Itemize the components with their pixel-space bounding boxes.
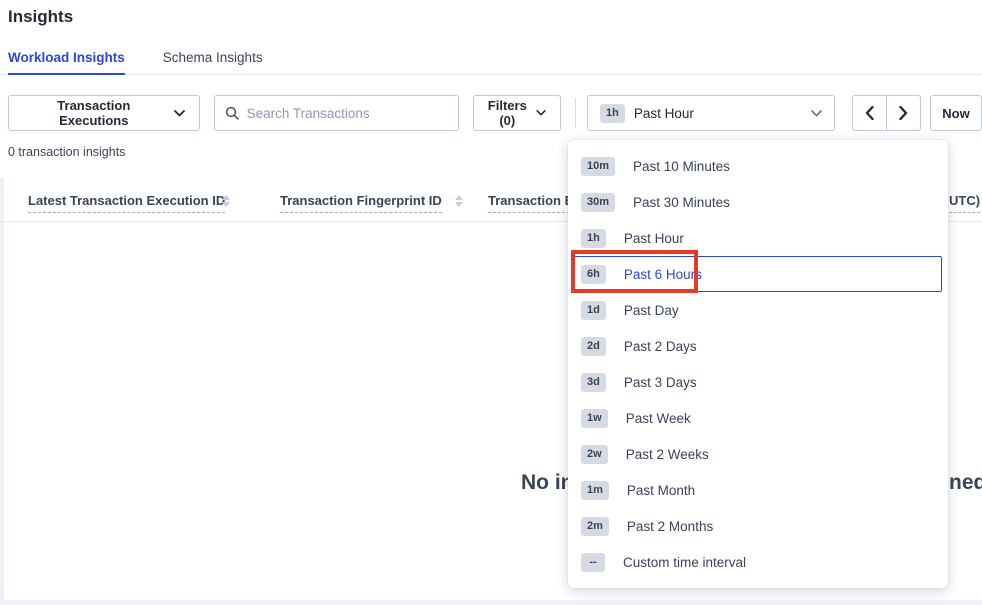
time-interval-option-label: Past 2 Days bbox=[624, 339, 697, 354]
empty-state-text-fragment-left: No in bbox=[521, 471, 574, 495]
time-interval-option-badge: 10m bbox=[581, 157, 615, 176]
toolbar: Transaction Executions Filters (0) 1h Pa… bbox=[8, 95, 982, 131]
chevron-down-icon bbox=[811, 110, 822, 117]
search-transactions-box bbox=[214, 95, 459, 131]
column-header-latest-transaction-execution-id[interactable]: Latest Transaction Execution ID bbox=[28, 193, 225, 213]
tab-workload-insights[interactable]: Workload Insights bbox=[8, 44, 125, 75]
search-input[interactable] bbox=[247, 106, 448, 121]
time-range-pager bbox=[852, 95, 921, 131]
toolbar-divider bbox=[575, 98, 576, 128]
time-next-button[interactable] bbox=[886, 95, 921, 131]
time-interval-option-label: Past Day bbox=[624, 303, 679, 318]
time-interval-option-label: Past 6 Hours bbox=[624, 267, 702, 282]
chevron-down-icon bbox=[174, 110, 185, 117]
time-interval-option-badge: 1m bbox=[581, 481, 609, 500]
time-interval-option-label: Past Week bbox=[626, 411, 691, 426]
time-interval-option-label: Past 2 Weeks bbox=[626, 447, 709, 462]
sort-icon[interactable] bbox=[222, 195, 230, 207]
time-interval-option-1w[interactable]: 1w Past Week bbox=[574, 400, 942, 436]
time-interval-option-1m[interactable]: 1m Past Month bbox=[574, 472, 942, 508]
time-interval-option-badge: 1h bbox=[581, 229, 606, 248]
chevron-left-icon bbox=[865, 106, 874, 120]
search-icon bbox=[225, 106, 239, 120]
time-interval-option-badge: 1w bbox=[581, 409, 608, 428]
time-interval-option-label: Past 2 Months bbox=[627, 519, 713, 534]
time-interval-option-label: Past Month bbox=[627, 483, 695, 498]
filters-button[interactable]: Filters (0) bbox=[473, 95, 561, 131]
chevron-down-icon bbox=[536, 110, 546, 116]
time-interval-option-label: Past 3 Days bbox=[624, 375, 697, 390]
time-interval-option-badge: 2m bbox=[581, 517, 609, 536]
time-interval-option-1d[interactable]: 1d Past Day bbox=[574, 292, 942, 328]
time-interval-dropdown-menu: 10m Past 10 Minutes 30m Past 30 Minutes … bbox=[568, 140, 948, 588]
column-header-transaction-fingerprint-id[interactable]: Transaction Fingerprint ID bbox=[280, 193, 442, 213]
time-interval-option-custom[interactable]: -- Custom time interval bbox=[574, 544, 942, 580]
time-picker-dropdown[interactable]: 1h Past Hour bbox=[587, 95, 835, 131]
time-interval-option-label: Past 10 Minutes bbox=[633, 159, 730, 174]
time-interval-option-badge: 2w bbox=[581, 445, 608, 464]
page-title: Insights bbox=[8, 7, 73, 27]
time-interval-option-label: Custom time interval bbox=[623, 555, 746, 570]
time-interval-option-3d[interactable]: 3d Past 3 Days bbox=[574, 364, 942, 400]
time-interval-option-badge: 30m bbox=[581, 193, 615, 212]
time-interval-option-2w[interactable]: 2w Past 2 Weeks bbox=[574, 436, 942, 472]
time-interval-badge: 1h bbox=[600, 104, 625, 123]
time-interval-option-badge: 6h bbox=[581, 265, 606, 284]
filters-label: Filters (0) bbox=[488, 98, 527, 128]
time-interval-option-badge: 2d bbox=[581, 337, 606, 356]
time-interval-option-badge: 1d bbox=[581, 301, 606, 320]
column-header-transaction-execution-truncated[interactable]: Transaction Ex bbox=[488, 193, 580, 213]
view-selector-dropdown[interactable]: Transaction Executions bbox=[8, 95, 200, 131]
time-prev-button[interactable] bbox=[852, 95, 887, 131]
time-interval-label: Past Hour bbox=[634, 106, 694, 121]
column-header-utc-truncated[interactable]: UTC) bbox=[949, 193, 980, 213]
time-interval-option-badge: 3d bbox=[581, 373, 606, 392]
page-bottom-strip bbox=[0, 600, 982, 605]
tab-bar: Workload Insights Schema Insights bbox=[0, 44, 982, 75]
page-edge-strip bbox=[0, 178, 4, 605]
time-interval-option-2m[interactable]: 2m Past 2 Months bbox=[574, 508, 942, 544]
time-interval-option-2d[interactable]: 2d Past 2 Days bbox=[574, 328, 942, 364]
empty-state-text-fragment-right: ned. bbox=[949, 471, 982, 495]
time-interval-option-6h[interactable]: 6h Past 6 Hours bbox=[574, 256, 942, 292]
tab-schema-insights[interactable]: Schema Insights bbox=[163, 44, 263, 75]
time-interval-option-10m[interactable]: 10m Past 10 Minutes bbox=[574, 148, 942, 184]
time-interval-option-30m[interactable]: 30m Past 30 Minutes bbox=[574, 184, 942, 220]
insights-count: 0 transaction insights bbox=[8, 145, 125, 159]
time-interval-option-badge: -- bbox=[581, 553, 605, 572]
time-interval-option-1h[interactable]: 1h Past Hour bbox=[574, 220, 942, 256]
time-interval-option-label: Past 30 Minutes bbox=[633, 195, 730, 210]
sort-icon[interactable] bbox=[455, 195, 463, 207]
chevron-right-icon bbox=[899, 106, 908, 120]
now-button[interactable]: Now bbox=[930, 95, 982, 131]
view-selector-label: Transaction Executions bbox=[23, 98, 165, 128]
time-interval-option-label: Past Hour bbox=[624, 231, 684, 246]
